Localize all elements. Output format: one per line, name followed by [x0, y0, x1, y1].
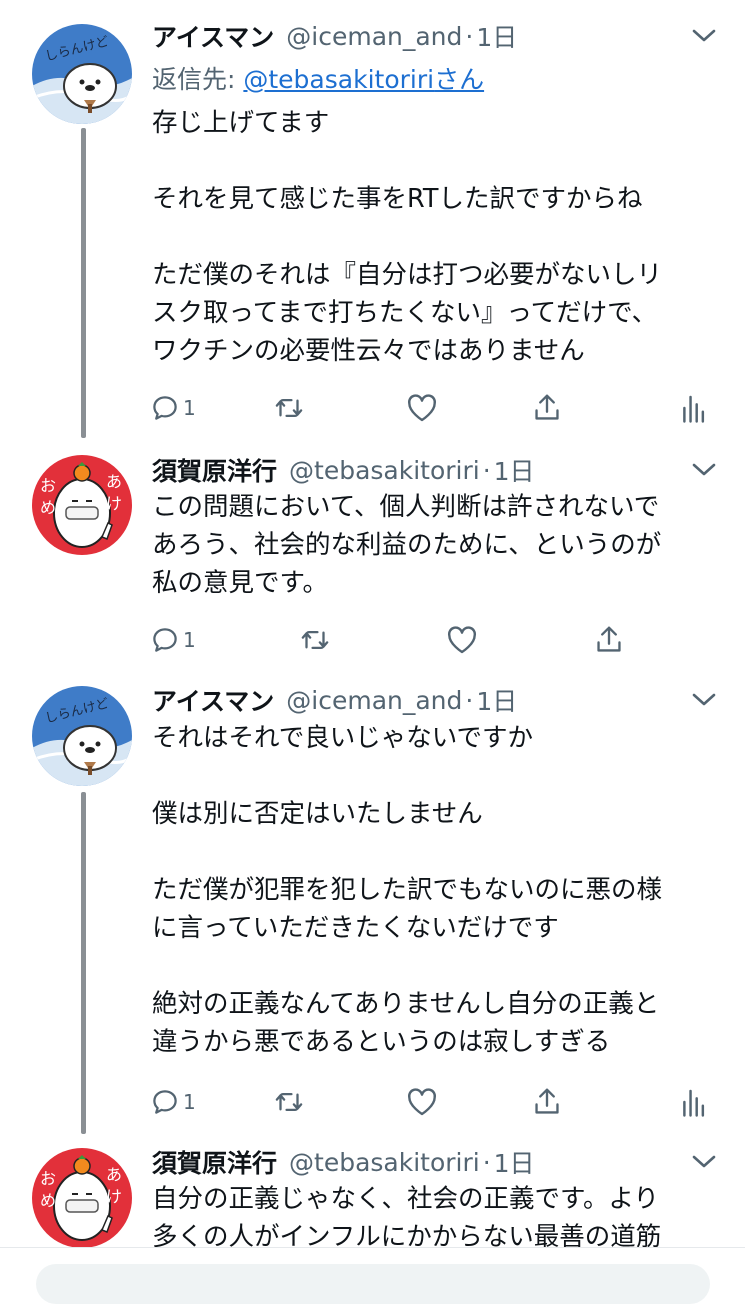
- text-line: それを見て感じた事をRTした訳ですからね: [152, 184, 643, 214]
- tweet-header: 須賀原洋行 @tebasakitoriri · 1日: [152, 452, 535, 488]
- replying-to-label: 返信先:: [152, 65, 244, 94]
- replying-to-handle[interactable]: @tebasakitoriri: [243, 65, 434, 94]
- user-handle[interactable]: @tebasakitoriri: [289, 456, 480, 485]
- share-button[interactable]: [532, 390, 562, 426]
- reply-count: 1: [183, 396, 196, 420]
- avatar-text-left: おめ: [40, 476, 57, 517]
- like-button[interactable]: [406, 1084, 438, 1120]
- separator-dot: ·: [465, 685, 474, 715]
- text-line: 僕は別に否定はいたしません: [152, 799, 483, 829]
- timestamp[interactable]: 1日: [476, 18, 517, 54]
- like-button[interactable]: [446, 622, 478, 658]
- reply-icon: [153, 1090, 177, 1114]
- heart-icon: [408, 394, 436, 422]
- avatar[interactable]: おめ あけ: [32, 1148, 132, 1248]
- reply-button[interactable]: 1: [150, 1084, 196, 1120]
- analytics-icon: [683, 1089, 705, 1117]
- text-line: 自分の正義じゃなく、社会の正義です。より: [152, 1184, 659, 1214]
- tweet-actions: 1: [150, 1084, 720, 1120]
- text-line: 違うから悪であるというのは寂しすぎる: [152, 1027, 611, 1057]
- tweet-header: 須賀原洋行 @tebasakitoriri · 1日: [152, 1144, 535, 1180]
- timestamp[interactable]: 1日: [476, 682, 517, 718]
- tweet-text: それはそれで良いじゃないですか 僕は別に否定はいたしません ただ僕が犯罪を犯した…: [152, 719, 717, 1061]
- share-button[interactable]: [594, 622, 624, 658]
- tweet-actions: 1: [150, 390, 720, 426]
- user-handle[interactable]: @iceman_and: [286, 22, 462, 51]
- text-line: ただ僕のそれは『自分は打つ必要がないしリ: [152, 260, 663, 290]
- text-line: ワクチンの必要性云々ではありません: [152, 336, 585, 366]
- reply-count: 1: [183, 1090, 196, 1114]
- tweet[interactable]: しらんけど アイスマン @iceman_and · 1日 返信先: @tebas…: [0, 18, 745, 438]
- reply-count: 1: [183, 628, 196, 652]
- display-name[interactable]: 須賀原洋行: [152, 1144, 277, 1180]
- tweet-header: アイスマン @iceman_and · 1日: [152, 18, 517, 54]
- share-icon: [535, 1088, 559, 1114]
- tweet[interactable]: おめ あけ 須賀原洋行 @tebasakitoriri · 1日 この問題におい…: [0, 452, 745, 672]
- tweet-actions: 1: [150, 622, 720, 658]
- display-name[interactable]: 須賀原洋行: [152, 452, 277, 488]
- chevron-down-icon[interactable]: [690, 688, 718, 710]
- text-line: 私の意見です。: [152, 568, 328, 598]
- retweet-button[interactable]: [298, 622, 332, 658]
- analytics-button[interactable]: [680, 1084, 706, 1120]
- avatar-text-left: おめ: [40, 1169, 57, 1210]
- replying-to: 返信先: @tebasakitoririさん: [152, 60, 484, 96]
- separator-dot: ·: [465, 21, 474, 51]
- analytics-icon: [683, 395, 705, 423]
- timestamp[interactable]: 1日: [494, 1144, 535, 1180]
- reply-button[interactable]: 1: [150, 622, 196, 658]
- heart-icon: [408, 1088, 436, 1116]
- reply-button[interactable]: 1: [150, 390, 196, 426]
- tweet[interactable]: おめ あけ 須賀原洋行 @tebasakitoriri · 1日 自分の正義じゃ…: [0, 1144, 745, 1254]
- retweet-button[interactable]: [272, 390, 306, 426]
- avatar[interactable]: おめ あけ: [32, 455, 132, 555]
- separator-dot: ·: [482, 1147, 491, 1177]
- retweet-icon: [275, 1092, 303, 1112]
- user-handle[interactable]: @tebasakitoriri: [289, 1148, 480, 1177]
- tweet-text: この問題において、個人判断は許されないで あろう、社会的な利益のために、というの…: [152, 488, 717, 602]
- replying-to-suffix[interactable]: さん: [434, 65, 484, 94]
- share-icon: [535, 394, 559, 420]
- like-button[interactable]: [406, 390, 438, 426]
- text-line: あろう、社会的な利益のために、というのが: [152, 530, 662, 560]
- retweet-icon: [301, 630, 329, 650]
- reply-composer[interactable]: [36, 1264, 710, 1304]
- replying-to-link[interactable]: @tebasakitoririさん: [243, 65, 484, 94]
- reply-icon: [153, 396, 177, 420]
- reply-icon: [153, 628, 177, 652]
- avatar[interactable]: しらんけど: [32, 686, 132, 786]
- chevron-down-icon[interactable]: [690, 24, 718, 46]
- analytics-button[interactable]: [680, 390, 706, 426]
- chevron-down-icon[interactable]: [690, 1150, 718, 1172]
- user-handle[interactable]: @iceman_and: [286, 686, 462, 715]
- avatar[interactable]: しらんけど: [32, 24, 132, 124]
- text-line: ただ僕が犯罪を犯した訳でもないのに悪の様: [152, 875, 663, 905]
- retweet-button[interactable]: [272, 1084, 306, 1120]
- share-button[interactable]: [532, 1084, 562, 1120]
- timestamp[interactable]: 1日: [494, 452, 535, 488]
- avatar-text-right: あけ: [106, 472, 123, 513]
- text-line: 絶対の正義なんてありませんし自分の正義と: [152, 989, 660, 1019]
- tweet-header: アイスマン @iceman_and · 1日: [152, 682, 517, 718]
- heart-icon: [448, 626, 476, 654]
- tweet[interactable]: しらんけど アイスマン @iceman_and · 1日 それはそれで良いじゃな…: [0, 682, 745, 1122]
- text-line: それはそれで良いじゃないですか: [152, 723, 533, 753]
- text-line: 存じ上げてます: [152, 108, 330, 138]
- text-line: に言っていただきたくないだけです: [152, 913, 559, 943]
- chevron-down-icon[interactable]: [690, 458, 718, 480]
- share-icon: [597, 626, 621, 652]
- display-name[interactable]: アイスマン: [152, 18, 274, 54]
- tweet-text: 自分の正義じゃなく、社会の正義です。より 多くの人がインフルにかからない最善の道…: [152, 1180, 717, 1256]
- display-name[interactable]: アイスマン: [152, 682, 274, 718]
- avatar-text-right: あけ: [106, 1165, 123, 1206]
- text-line: スク取ってまで打ちたくない』ってだけで、: [152, 298, 658, 328]
- tweet-text: 存じ上げてます それを見て感じた事をRTした訳ですからね ただ僕のそれは『自分は…: [152, 104, 717, 370]
- text-line: この問題において、個人判断は許されないで: [152, 492, 660, 522]
- retweet-icon: [275, 398, 303, 418]
- separator-dot: ·: [482, 455, 491, 485]
